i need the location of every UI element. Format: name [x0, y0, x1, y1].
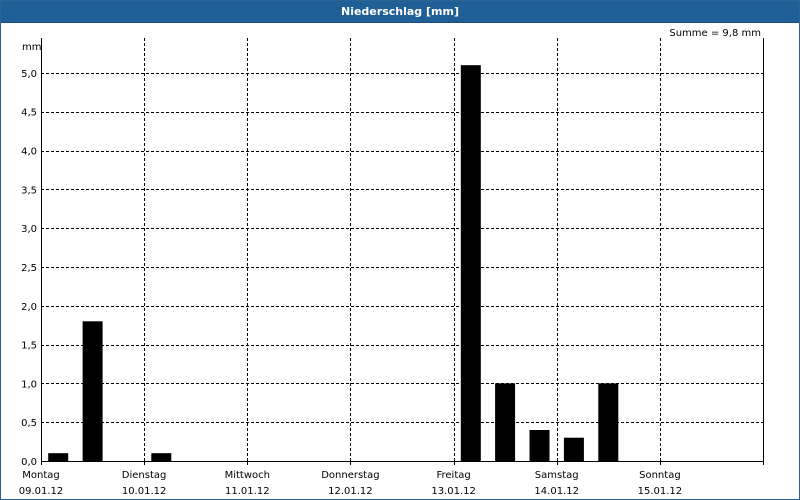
y-tick-label: 3,0	[21, 224, 37, 235]
y-tick-label: 1,0	[21, 379, 37, 390]
day-date-label: 09.01.12	[19, 486, 64, 497]
y-tick-label: 0,0	[21, 457, 37, 468]
bar	[82, 321, 103, 461]
day-date-label: 12.01.12	[328, 486, 373, 497]
sum-label: Summe = 9,8 mm	[669, 28, 761, 39]
bars	[48, 65, 619, 461]
day-date-label: 11.01.12	[225, 486, 270, 497]
grid	[41, 38, 763, 461]
bar	[460, 65, 481, 461]
bar	[495, 383, 516, 461]
day-date-label: 14.01.12	[534, 486, 579, 497]
x-tick-labels: Montag 09.01.12 Dienstag 10.01.12 Mittwoch 11…	[19, 470, 682, 497]
bar	[598, 383, 619, 461]
day-name-label: Donnerstag	[321, 470, 379, 481]
y-tick-labels: 0,0 0,5 1,0 1,5 2,0 2,5 3,0 3,5 4,0 4,5 5,0	[21, 69, 37, 468]
bar	[48, 453, 69, 461]
bar	[151, 453, 172, 461]
day-name-label: Mittwoch	[225, 470, 270, 481]
day-name-label: Samstag	[535, 470, 579, 481]
y-tick-label: 2,5	[21, 263, 37, 274]
y-tick-label: 1,5	[21, 341, 37, 352]
y-tick-label: 4,0	[21, 147, 37, 158]
y-tick-label: 2,0	[21, 302, 37, 313]
axes	[41, 38, 764, 465]
y-tick-label: 4,5	[21, 108, 37, 119]
y-tick-label: 3,5	[21, 185, 37, 196]
day-name-label: Freitag	[436, 470, 470, 481]
day-date-label: 10.01.12	[122, 486, 167, 497]
day-name-label: Dienstag	[122, 470, 167, 481]
day-name-label: Montag	[22, 470, 59, 481]
day-name-label: Sonntag	[639, 470, 681, 481]
y-axis-unit-label: mm	[22, 42, 41, 53]
y-tick-label: 0,5	[21, 418, 37, 429]
day-date-label: 13.01.12	[431, 486, 476, 497]
y-tick-label: 5,0	[21, 69, 37, 80]
day-date-label: 15.01.12	[638, 486, 683, 497]
bar	[563, 437, 584, 461]
precipitation-chart: Summe = 9,8 mm mm 0,0 0,5 1,0 1,5 2,0 2,5 3,0 3…	[19, 28, 764, 497]
bar	[529, 430, 550, 461]
